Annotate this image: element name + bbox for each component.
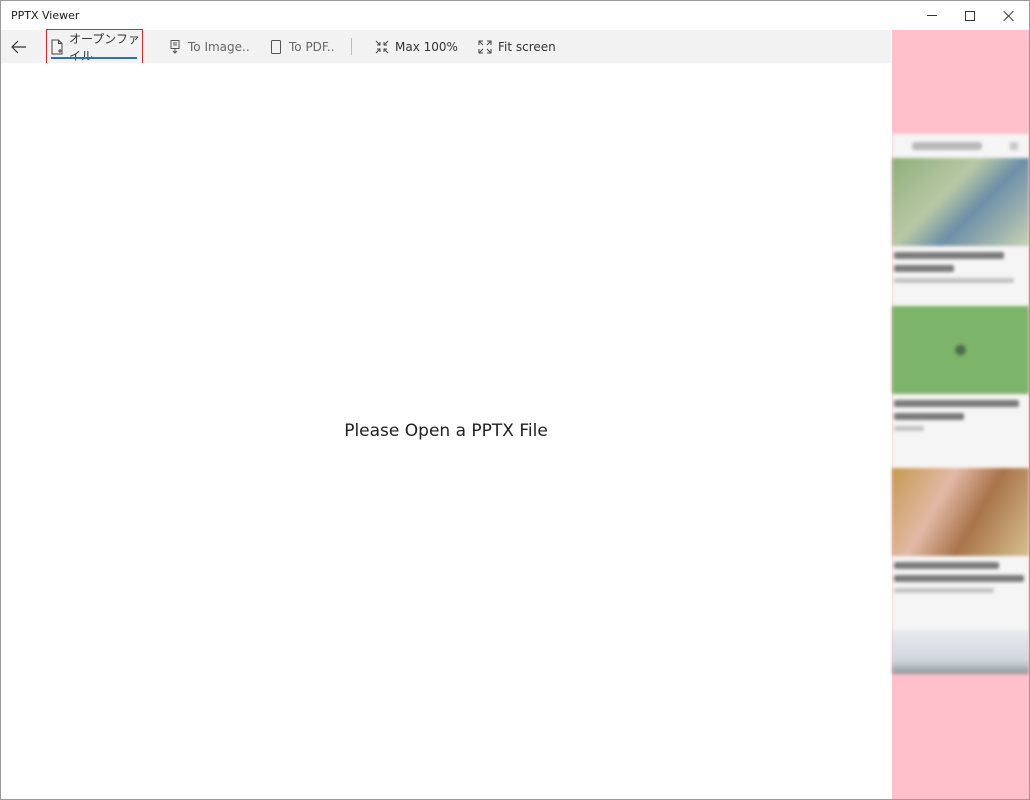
ad-card[interactable]: [892, 306, 1029, 431]
max-100-label: Max 100%: [395, 39, 458, 54]
close-icon: [1003, 10, 1015, 22]
expand-arrows-icon: [477, 39, 493, 55]
back-arrow-icon: [11, 40, 26, 53]
title-bar: PPTX Viewer: [1, 1, 1029, 30]
minimize-icon: [927, 15, 937, 16]
app-window: PPTX Viewer オープンファイル To Image.. To PDF..…: [0, 0, 1030, 800]
ad-thumbnail: [892, 630, 1029, 674]
ad-headline: [894, 400, 1019, 407]
ad-thumbnail: [892, 158, 1029, 246]
ad-headline: [894, 575, 1024, 582]
ad-header: [912, 142, 982, 150]
to-image-label: To Image..: [188, 39, 250, 54]
collapse-arrows-icon: [374, 39, 390, 55]
image-export-icon: [167, 39, 183, 55]
back-button[interactable]: [5, 30, 33, 63]
ad-headline: [894, 562, 999, 569]
ad-source: [894, 278, 1014, 283]
new-file-icon: [50, 39, 64, 55]
ad-sidebar: [892, 30, 1029, 799]
toolbar: オープンファイル To Image.. To PDF.. Max 100% Fi…: [1, 29, 891, 64]
to-image-button[interactable]: To Image..: [167, 30, 250, 63]
max-100-button[interactable]: Max 100%: [374, 30, 458, 63]
ad-card[interactable]: [892, 158, 1029, 283]
ad-thumbnail: [892, 306, 1029, 394]
app-title: PPTX Viewer: [11, 9, 80, 22]
empty-state-message: Please Open a PPTX File: [344, 421, 548, 441]
ad-panel[interactable]: [892, 134, 1029, 674]
ad-source: [894, 588, 994, 593]
to-pdf-button[interactable]: To PDF..: [268, 30, 335, 63]
document-icon: [268, 39, 284, 55]
ad-headline: [894, 413, 964, 420]
ad-close-icon[interactable]: [1010, 142, 1018, 150]
active-underline: [51, 57, 137, 59]
document-view: Please Open a PPTX File: [1, 63, 891, 799]
ad-source: [894, 426, 924, 431]
toolbar-separator: [351, 38, 352, 55]
ad-card[interactable]: [892, 630, 1029, 674]
ad-headline: [894, 252, 1004, 259]
maximize-icon: [965, 10, 975, 21]
fit-screen-button[interactable]: Fit screen: [477, 30, 556, 63]
ad-headline: [894, 265, 954, 272]
open-file-button[interactable]: オープンファイル: [46, 29, 143, 64]
ad-thumbnail: [892, 468, 1029, 556]
fit-screen-label: Fit screen: [498, 39, 556, 54]
close-button[interactable]: [986, 1, 1029, 30]
ad-card[interactable]: [892, 468, 1029, 593]
to-pdf-label: To PDF..: [289, 39, 335, 54]
